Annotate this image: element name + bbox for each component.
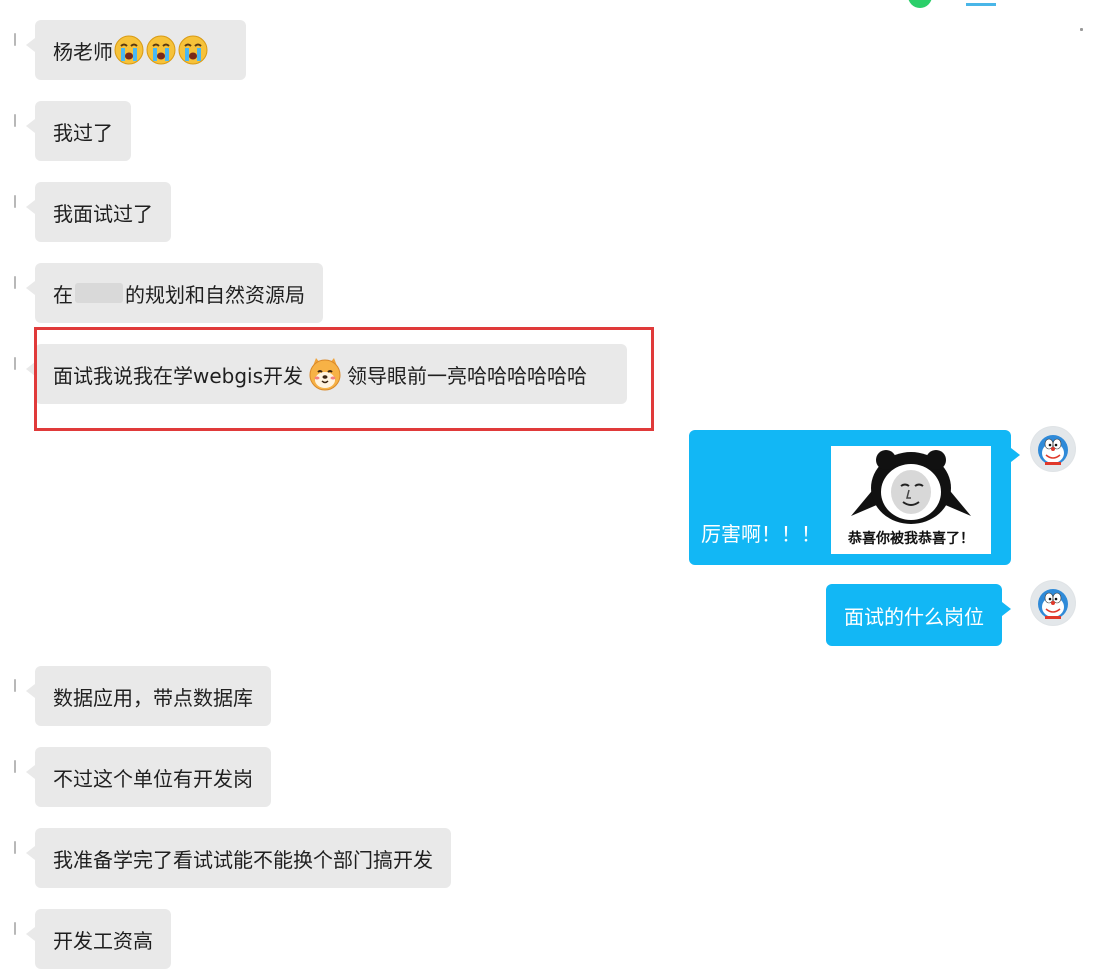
message-bubble-m10[interactable]: 我准备学完了看试试能不能换个部门搞开发	[26, 828, 451, 888]
message-bubble-m1[interactable]: 杨老师	[26, 20, 246, 80]
crying-face-icon	[146, 35, 176, 65]
message-text: 数据应用，带点数据库	[53, 685, 253, 710]
message-marker	[14, 841, 16, 854]
message-bubble-m8[interactable]: 数据应用，带点数据库	[26, 666, 271, 726]
message-marker	[14, 760, 16, 773]
message-bubble-m11[interactable]: 开发工资高	[26, 909, 171, 969]
message-text-suffix: 的规划和自然资源局	[125, 282, 305, 307]
sticker-caption: 恭喜你被我恭喜了！	[848, 531, 974, 547]
message-bubble-m6[interactable]: 厉害啊！！！ 恭喜你被我恭喜了！	[689, 430, 1020, 565]
message-text: 我过了	[53, 120, 113, 145]
highlight-box	[34, 327, 654, 431]
message-marker	[14, 276, 16, 289]
avatar[interactable]	[1030, 580, 1076, 626]
message-bubble-m7[interactable]: 面试的什么岗位	[826, 584, 1011, 646]
message-marker	[14, 114, 16, 127]
avatar[interactable]	[1030, 426, 1076, 472]
message-marker	[14, 33, 16, 46]
crying-face-icon	[114, 35, 144, 65]
message-marker	[14, 922, 16, 935]
message-bubble-m2[interactable]: 我过了	[26, 101, 131, 161]
message-text: 我准备学完了看试试能不能换个部门搞开发	[53, 847, 433, 872]
message-marker	[14, 195, 16, 208]
crying-face-icon	[178, 35, 208, 65]
doraemon-avatar-icon	[1031, 427, 1075, 471]
panda-meme-sticker-icon: 恭喜你被我恭喜了！	[831, 446, 991, 554]
message-bubble-m4[interactable]: 在 的规划和自然资源局	[26, 263, 323, 323]
message-marker	[14, 679, 16, 692]
message-text: 开发工资高	[53, 928, 153, 953]
message-text: 厉害啊！！！	[701, 522, 821, 546]
message-text: 我面试过了	[53, 201, 153, 226]
message-bubble-m9[interactable]: 不过这个单位有开发岗	[26, 747, 271, 807]
top-bar-accent	[966, 3, 996, 6]
status-indicator-icon	[908, 0, 932, 8]
message-text-prefix: 在	[53, 282, 73, 307]
message-marker	[14, 357, 16, 370]
message-text: 杨老师	[53, 39, 113, 64]
message-text: 面试的什么岗位	[844, 604, 984, 629]
scroll-marker	[1080, 28, 1083, 31]
redacted-text	[75, 283, 123, 303]
doraemon-avatar-icon	[1031, 581, 1075, 625]
message-bubble-m3[interactable]: 我面试过了	[26, 182, 171, 242]
message-text: 不过这个单位有开发岗	[53, 766, 253, 791]
